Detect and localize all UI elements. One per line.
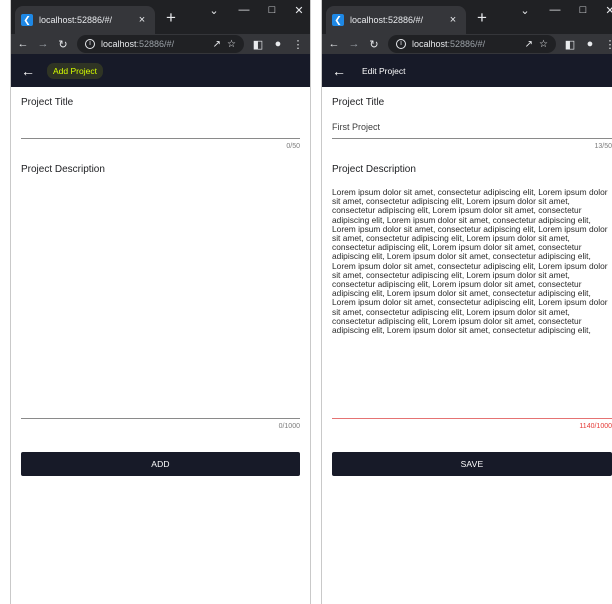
back-arrow-icon[interactable]: ← — [332, 63, 348, 79]
kebab-menu-icon[interactable]: ⋮ — [292, 38, 304, 51]
star-icon[interactable]: ☆ — [539, 39, 548, 50]
share-icon[interactable]: ↗ — [213, 39, 221, 50]
share-icon[interactable]: ↗ — [525, 39, 533, 50]
description-input[interactable] — [21, 188, 300, 418]
title-input[interactable] — [21, 122, 300, 138]
project-form: Project Title 0/50 Project Description 0… — [11, 97, 310, 476]
project-form: Project Title First Project 13/50 Projec… — [322, 97, 612, 476]
page-title: Add Project — [47, 62, 103, 79]
info-icon[interactable]: i — [396, 39, 406, 49]
title-counter: 13/50 — [594, 143, 612, 150]
title-counter: 0/50 — [286, 143, 300, 150]
kebab-menu-icon[interactable]: ⋮ — [604, 38, 612, 51]
tab-strip: ❮ localhost:52886/#/ × + ⌄ — □ ✕ — [11, 0, 310, 34]
tab-strip: ❮ localhost:52886/#/ × + ⌄ — □ ✕ — [322, 0, 612, 34]
forward-arrow-icon[interactable]: → — [348, 38, 360, 50]
description-counter: 1140/1000 — [579, 423, 612, 430]
add-button[interactable]: ADD — [21, 452, 300, 476]
url-path: :52886/#/ — [136, 39, 175, 49]
address-bar[interactable]: i localhost :52886/#/ ↗ ☆ — [77, 35, 244, 53]
address-bar[interactable]: i localhost :52886/#/ ↗ ☆ — [388, 35, 556, 53]
description-input[interactable]: Lorem ipsum dolor sit amet, consectetur … — [332, 188, 612, 418]
save-button[interactable]: SAVE — [332, 452, 612, 476]
browser-toolbar: ← → ↻ i localhost :52886/#/ ↗ ☆ ◧ ● ⋮ — [11, 34, 310, 54]
maximize-icon[interactable]: □ — [573, 4, 593, 16]
tab-search-chevron-icon[interactable]: ⌄ — [204, 4, 224, 17]
browser-tab[interactable]: ❮ localhost:52886/#/ × — [15, 6, 155, 34]
star-icon[interactable]: ☆ — [227, 39, 236, 50]
title-underline — [21, 138, 300, 139]
minimize-icon[interactable]: — — [234, 4, 254, 16]
back-arrow-icon[interactable]: ← — [17, 38, 29, 50]
reload-icon[interactable]: ↻ — [57, 38, 69, 51]
app-bar: ← Edit Project — [322, 54, 612, 87]
browser-toolbar: ← → ↻ i localhost :52886/#/ ↗ ☆ ◧ ● ⋮ — [322, 34, 612, 54]
description-underline — [21, 418, 300, 419]
new-tab-button[interactable]: + — [473, 8, 491, 28]
url-path: :52886/#/ — [447, 39, 486, 49]
tab-search-chevron-icon[interactable]: ⌄ — [515, 4, 535, 17]
tab-close-icon[interactable]: × — [135, 14, 149, 26]
info-icon[interactable]: i — [85, 39, 95, 49]
description-label: Project Description — [332, 164, 416, 175]
tab-title: localhost:52886/#/ — [39, 15, 113, 25]
browser-window-add: ❮ localhost:52886/#/ × + ⌄ — □ ✕ ← → ↻ i… — [10, 0, 311, 604]
url-host: localhost — [412, 39, 448, 49]
forward-arrow-icon[interactable]: → — [37, 38, 49, 50]
close-window-icon[interactable]: ✕ — [600, 4, 612, 17]
minimize-icon[interactable]: — — [545, 4, 565, 16]
flutter-favicon-icon: ❮ — [332, 14, 344, 26]
back-arrow-icon[interactable]: ← — [328, 38, 340, 50]
new-tab-button[interactable]: + — [162, 8, 180, 28]
description-counter: 0/1000 — [278, 423, 300, 430]
tab-title: localhost:52886/#/ — [350, 15, 424, 25]
title-input[interactable]: First Project — [332, 122, 612, 138]
url-host: localhost — [101, 39, 137, 49]
close-window-icon[interactable]: ✕ — [289, 4, 309, 17]
title-underline — [332, 138, 612, 139]
title-label: Project Title — [332, 97, 385, 108]
browser-window-edit: ❮ localhost:52886/#/ × + ⌄ — □ ✕ ← → ↻ i… — [321, 0, 612, 604]
side-panel-icon[interactable]: ◧ — [564, 38, 576, 51]
side-panel-icon[interactable]: ◧ — [252, 38, 264, 51]
browser-tab[interactable]: ❮ localhost:52886/#/ × — [326, 6, 466, 34]
profile-icon[interactable]: ● — [272, 38, 284, 50]
description-label: Project Description — [21, 164, 105, 175]
reload-icon[interactable]: ↻ — [368, 38, 380, 51]
back-arrow-icon[interactable]: ← — [21, 63, 37, 79]
flutter-favicon-icon: ❮ — [21, 14, 33, 26]
profile-icon[interactable]: ● — [584, 38, 596, 50]
description-underline — [332, 418, 612, 419]
title-label: Project Title — [21, 97, 74, 108]
maximize-icon[interactable]: □ — [262, 4, 282, 16]
page-title: Edit Project — [362, 65, 406, 76]
app-bar: ← Add Project — [11, 54, 310, 87]
tab-close-icon[interactable]: × — [446, 14, 460, 26]
